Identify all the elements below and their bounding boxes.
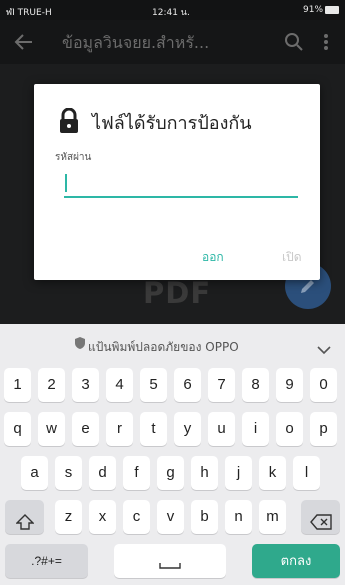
shift-icon xyxy=(15,513,34,530)
battery-icon xyxy=(325,6,339,14)
key-o[interactable]: o xyxy=(276,412,303,446)
key-q[interactable]: q xyxy=(4,412,31,446)
key-i[interactable]: i xyxy=(242,412,269,446)
keyboard: แป้นพิมพ์ปลอดภัยของ OPPO 1234567890 qwer… xyxy=(0,324,345,585)
keyboard-toolbar: แป้นพิมพ์ปลอดภัยของ OPPO xyxy=(0,324,345,366)
shift-key[interactable] xyxy=(5,500,44,534)
key-l[interactable]: l xyxy=(293,456,320,490)
password-input[interactable] xyxy=(64,172,298,198)
pdf-logo: PDF xyxy=(143,276,212,310)
key-n[interactable]: n xyxy=(225,500,252,534)
key-b[interactable]: b xyxy=(191,500,218,534)
key-0[interactable]: 0 xyxy=(310,368,337,402)
key-p[interactable]: p xyxy=(310,412,337,446)
carrier-label: ฬI TRUE-H xyxy=(6,8,52,18)
key-h[interactable]: h xyxy=(191,456,218,490)
space-icon xyxy=(159,562,181,569)
key-s[interactable]: s xyxy=(55,456,82,490)
password-label: รหัสผ่าน xyxy=(55,152,92,163)
key-7[interactable]: 7 xyxy=(208,368,235,402)
key-y[interactable]: y xyxy=(174,412,201,446)
battery-percent: 91% xyxy=(303,5,324,15)
key-r[interactable]: r xyxy=(106,412,133,446)
key-4[interactable]: 4 xyxy=(106,368,133,402)
key-t[interactable]: t xyxy=(140,412,167,446)
key-m[interactable]: m xyxy=(259,500,286,534)
text-caret xyxy=(65,174,67,192)
key-u[interactable]: u xyxy=(208,412,235,446)
key-c[interactable]: c xyxy=(123,500,150,534)
space-key[interactable] xyxy=(114,544,226,578)
key-x[interactable]: x xyxy=(89,500,116,534)
backspace-icon xyxy=(309,513,332,530)
backspace-key[interactable] xyxy=(301,500,340,534)
key-j[interactable]: j xyxy=(225,456,252,490)
exit-button[interactable]: ออก xyxy=(202,248,224,267)
key-6[interactable]: 6 xyxy=(174,368,201,402)
chevron-down-icon[interactable] xyxy=(317,340,331,355)
document-title: ข้อมูลวินจยย.สำหรั... xyxy=(62,33,210,52)
key-w[interactable]: w xyxy=(38,412,65,446)
dialog-title: ไฟล์ได้รับการป้องกัน xyxy=(92,113,252,134)
key-d[interactable]: d xyxy=(89,456,116,490)
key-k[interactable]: k xyxy=(259,456,286,490)
safe-keyboard-label: แป้นพิมพ์ปลอดภัยของ OPPO xyxy=(88,340,239,354)
app-bar: ข้อมูลวินจยย.สำหรั... xyxy=(0,20,345,64)
key-9[interactable]: 9 xyxy=(276,368,303,402)
key-1[interactable]: 1 xyxy=(4,368,31,402)
key-z[interactable]: z xyxy=(55,500,82,534)
key-a[interactable]: a xyxy=(21,456,48,490)
key-2[interactable]: 2 xyxy=(38,368,65,402)
enter-key[interactable]: ตกลง xyxy=(252,544,340,578)
open-button[interactable]: เปิด xyxy=(282,248,302,267)
symbols-key[interactable]: .?#+= xyxy=(5,544,88,578)
key-8[interactable]: 8 xyxy=(242,368,269,402)
search-icon[interactable] xyxy=(282,30,306,54)
password-dialog: ไฟล์ได้รับการป้องกัน รหัสผ่าน ออก เปิด xyxy=(34,84,320,280)
key-f[interactable]: f xyxy=(123,456,150,490)
key-g[interactable]: g xyxy=(157,456,184,490)
key-e[interactable]: e xyxy=(72,412,99,446)
status-bar: ฬI TRUE-H 12:41 น. 91% xyxy=(0,0,345,20)
key-v[interactable]: v xyxy=(157,500,184,534)
clock: 12:41 น. xyxy=(152,8,190,18)
key-5[interactable]: 5 xyxy=(140,368,167,402)
back-arrow-icon[interactable] xyxy=(12,30,36,54)
more-vertical-icon[interactable] xyxy=(320,30,332,54)
lock-icon xyxy=(58,107,80,134)
key-3[interactable]: 3 xyxy=(72,368,99,402)
